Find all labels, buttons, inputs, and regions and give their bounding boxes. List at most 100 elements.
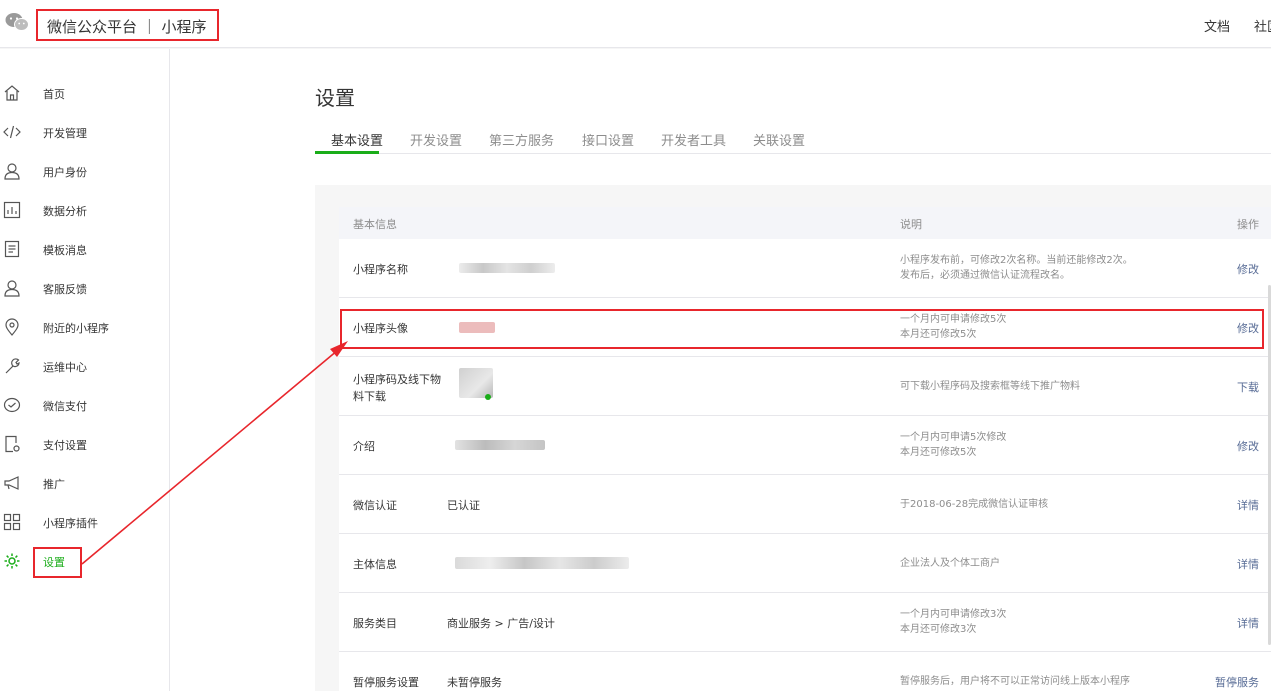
sidebar-item-label: 微信支付 — [43, 400, 87, 413]
service-icon — [4, 280, 20, 297]
active-tab-indicator — [315, 151, 379, 154]
sidebar-item-user-identity[interactable]: 用户身份 — [0, 154, 170, 193]
wechat-logo-icon[interactable] — [5, 12, 29, 32]
main-content: 设置 基本设置 开发设置 第三方服务 接口设置 开发者工具 关联设置 基本信息 … — [170, 49, 1271, 691]
description-line: 本月还可修改5次 — [900, 447, 977, 458]
description-line: 一个月内可申请修改3次 — [900, 609, 1007, 620]
sidebar-item-data-analysis[interactable]: 数据分析 — [0, 193, 170, 232]
row-label: 暂停服务设置 — [353, 676, 419, 689]
table-row-intro: 介绍 一个月内可申请5次修改 本月还可修改5次 修改 — [339, 416, 1271, 475]
download-link[interactable]: 下载 — [1237, 379, 1259, 395]
code-icon — [3, 125, 21, 139]
wrench-icon — [5, 358, 20, 374]
table-row-suspend: 暂停服务设置 未暂停服务 暂停服务后，用户将不可以正常访问线上版本小程序 暂停服… — [339, 652, 1271, 691]
description-line: 企业法人及个体工商户 — [900, 558, 1000, 569]
sidebar-item-template-message[interactable]: 模板消息 — [0, 232, 170, 271]
sidebar-item-label: 开发管理 — [43, 127, 87, 140]
row-description: 暂停服务后，用户将不可以正常访问线上版本小程序 — [900, 674, 1130, 689]
sidebar-item-label: 客服反馈 — [43, 283, 87, 296]
docs-link[interactable]: 文档 — [1204, 16, 1230, 35]
description-line: 小程序发布前，可修改2次名称。当前还能修改2次。 — [900, 255, 1133, 266]
gear-icon — [4, 553, 20, 569]
row-label: 主体信息 — [353, 558, 397, 571]
entity-details-link[interactable]: 详情 — [1237, 556, 1259, 572]
sidebar-item-label: 用户身份 — [43, 166, 87, 179]
row-description: 企业法人及个体工商户 — [900, 556, 1000, 571]
sidebar-item-nearby-mini-programs[interactable]: 附近的小程序 — [0, 310, 170, 349]
tab-api-settings[interactable]: 接口设置 — [582, 130, 634, 149]
sidebar-item-promotion[interactable]: 推广 — [0, 466, 170, 505]
tab-dev-settings[interactable]: 开发设置 — [410, 130, 462, 149]
sidebar-item-plugins[interactable]: 小程序插件 — [0, 505, 170, 544]
row-description: 一个月内可申请修改3次 本月还可修改3次 — [900, 607, 1006, 637]
description-line: 本月还可修改3次 — [900, 624, 977, 635]
sidebar-item-label: 运维中心 — [43, 361, 87, 374]
category-details-link[interactable]: 详情 — [1237, 615, 1259, 631]
community-link[interactable]: 社区 — [1254, 16, 1271, 35]
tab-third-party[interactable]: 第三方服务 — [489, 130, 554, 149]
tab-dev-tools[interactable]: 开发者工具 — [661, 130, 726, 149]
header-basic-info: 基本信息 — [353, 218, 397, 231]
sidebar-item-label: 附近的小程序 — [43, 322, 109, 335]
sidebar-item-pay-settings[interactable]: 支付设置 — [0, 427, 170, 466]
page-title: 设置 — [315, 86, 355, 110]
row-description: 可下载小程序码及搜索框等线下推广物料 — [900, 379, 1080, 394]
sidebar-item-dev-management[interactable]: 开发管理 — [0, 115, 170, 154]
tab-basic-settings[interactable]: 基本设置 — [331, 130, 383, 149]
top-bar: 微信公众平台 ｜ 小程序 文档 社区 — [0, 0, 1271, 48]
chart-icon — [3, 201, 21, 219]
user-icon — [4, 163, 20, 180]
brand-title[interactable]: 微信公众平台 ｜ 小程序 — [47, 16, 207, 37]
home-icon — [4, 85, 20, 101]
row-label: 小程序码及线下物料下载 — [353, 373, 441, 403]
description-line: 于2018-06-28完成微信认证审核 — [900, 499, 1049, 510]
table-row-name: 小程序名称 小程序发布前，可修改2次名称。当前还能修改2次。 发布后，必须通过微… — [339, 239, 1271, 298]
row-label: 微信认证 — [353, 499, 397, 512]
sidebar-item-label: 模板消息 — [43, 244, 87, 257]
blurred-intro-value — [455, 440, 545, 450]
verification-status: 已认证 — [447, 499, 480, 512]
header-description: 说明 — [900, 218, 922, 231]
pay-settings-icon — [5, 435, 20, 453]
plugin-icon — [3, 513, 21, 531]
message-icon — [4, 240, 20, 258]
row-label: 小程序名称 — [353, 263, 408, 276]
sidebar-item-label: 小程序插件 — [43, 517, 98, 530]
pay-icon — [3, 397, 21, 413]
table-row-entity: 主体信息 企业法人及个体工商户 详情 — [339, 534, 1271, 593]
brand-title-highlight: 微信公众平台 ｜ 小程序 — [36, 9, 219, 41]
sidebar: 首页 开发管理 用户身份 数据分析 模板消息 客服反馈 附近的小程序 运维中心 — [0, 49, 170, 691]
sidebar-item-settings[interactable]: 设置 — [0, 544, 170, 583]
settings-highlight — [33, 547, 82, 578]
table-header: 基本信息 说明 操作 — [339, 207, 1271, 239]
sidebar-item-label: 数据分析 — [43, 205, 87, 218]
tab-related-settings[interactable]: 关联设置 — [753, 130, 805, 149]
sidebar-item-wechat-pay[interactable]: 微信支付 — [0, 388, 170, 427]
avatar-row-highlight — [340, 309, 1264, 349]
edit-intro-link[interactable]: 修改 — [1237, 438, 1259, 454]
sidebar-item-customer-service[interactable]: 客服反馈 — [0, 271, 170, 310]
blurred-entity-value — [455, 557, 629, 569]
description-line: 可下载小程序码及搜索框等线下推广物料 — [900, 381, 1080, 392]
description-line: 暂停服务后，用户将不可以正常访问线上版本小程序 — [900, 676, 1130, 687]
settings-tabs: 基本设置 开发设置 第三方服务 接口设置 开发者工具 关联设置 — [315, 122, 1271, 154]
suspend-service-link[interactable]: 暂停服务 — [1215, 674, 1259, 690]
blurred-name-value — [459, 263, 555, 273]
sidebar-item-home[interactable]: 首页 — [0, 76, 170, 115]
megaphone-icon — [4, 476, 19, 490]
row-label: 服务类目 — [353, 617, 397, 630]
row-description: 于2018-06-28完成微信认证审核 — [900, 497, 1048, 512]
suspend-status: 未暂停服务 — [447, 676, 502, 689]
table-row-verification: 微信认证 已认证 于2018-06-28完成微信认证审核 详情 — [339, 475, 1271, 534]
sidebar-item-label: 首页 — [43, 88, 65, 101]
table-row-qrcode: 小程序码及线下物料下载 可下载小程序码及搜索框等线下推广物料 下载 — [339, 357, 1271, 416]
header-action: 操作 — [1237, 218, 1259, 231]
sidebar-item-ops-center[interactable]: 运维中心 — [0, 349, 170, 388]
location-icon — [5, 318, 19, 336]
settings-panel: 基本信息 说明 操作 小程序名称 小程序发布前，可修改2次名称。当前还能修改2次… — [315, 185, 1271, 691]
row-description: 一个月内可申请5次修改 本月还可修改5次 — [900, 430, 1006, 460]
verification-details-link[interactable]: 详情 — [1237, 497, 1259, 513]
qrcode-badge — [485, 394, 491, 400]
edit-name-link[interactable]: 修改 — [1237, 261, 1259, 277]
description-line: 发布后，必须通过微信认证流程改名。 — [900, 270, 1070, 281]
